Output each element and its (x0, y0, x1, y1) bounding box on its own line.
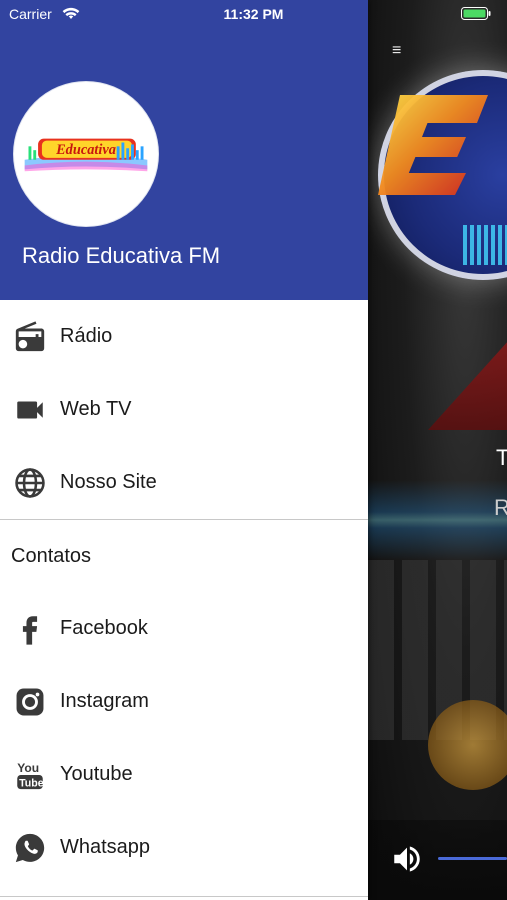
menu-item-radio[interactable]: Rádio (0, 300, 368, 373)
bottom-divider (0, 896, 368, 897)
drawer-header: Educativa Radio Educativa FM (0, 0, 368, 300)
background-badge-graphic (428, 700, 507, 790)
background-triangle-graphic (428, 330, 507, 430)
menu-item-label: Nosso Site (60, 471, 157, 493)
svg-text:You: You (17, 761, 39, 775)
youtube-icon: You Tube (12, 757, 48, 793)
background-partial-text-t: T (496, 445, 507, 470)
svg-text:Tube: Tube (19, 777, 44, 789)
status-bar: Carrier 11:32 PM (0, 0, 507, 28)
background-partial-text-r: R (494, 495, 507, 520)
video-camera-icon (12, 392, 48, 428)
contact-item-whatsapp[interactable]: Whatsapp (0, 811, 368, 884)
contact-item-facebook[interactable]: Facebook (0, 592, 368, 665)
menu-item-label: Web TV (60, 398, 132, 420)
navigation-drawer: Educativa Radio Educativa FM Rádio Web T… (0, 0, 368, 900)
contact-item-label: Instagram (60, 690, 149, 712)
menu-item-label: Rádio (60, 325, 113, 347)
instagram-icon (12, 684, 48, 720)
background-app-content: ≡ T R (368, 0, 507, 900)
facebook-icon (12, 611, 48, 647)
contact-item-instagram[interactable]: Instagram (0, 665, 368, 738)
background-equalizer (463, 225, 507, 265)
background-wave-graphic (368, 480, 507, 560)
contact-item-label: Whatsapp (60, 836, 151, 858)
player-bar (368, 820, 507, 900)
menu-item-nosso-site[interactable]: Nosso Site (0, 446, 368, 519)
globe-icon (12, 465, 48, 501)
menu-item-web-tv[interactable]: Web TV (0, 373, 368, 446)
radio-icon (12, 319, 48, 355)
battery-icon (461, 7, 491, 20)
contacts-section-title: Contatos (11, 544, 92, 567)
whatsapp-icon (12, 830, 48, 866)
hamburger-menu-icon[interactable]: ≡ (392, 42, 401, 60)
station-title: Radio Educativa FM (22, 243, 221, 268)
volume-slider[interactable] (438, 857, 507, 860)
station-logo: Educativa (14, 82, 158, 226)
station-logo-icon: Educativa (17, 85, 155, 223)
drawer-menu: Rádio Web TV Nosso Site Contatos Faceboo… (0, 300, 368, 884)
volume-icon[interactable] (390, 842, 424, 876)
contact-item-label: Youtube (60, 763, 133, 785)
contact-item-label: Facebook (60, 617, 148, 639)
contact-item-youtube[interactable]: You Tube Youtube (0, 738, 368, 811)
svg-text:Educativa: Educativa (55, 142, 116, 158)
status-time: 11:32 PM (223, 6, 284, 22)
